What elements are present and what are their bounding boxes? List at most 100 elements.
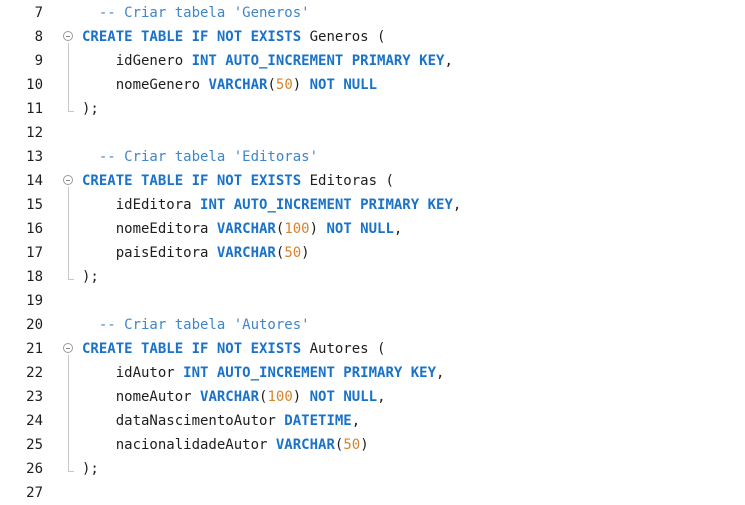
code-token: DATETIME xyxy=(284,413,352,429)
code-token: ); xyxy=(82,101,99,117)
code-token: nomeAutor xyxy=(82,389,201,405)
line-number: 27 xyxy=(26,485,43,501)
code-line[interactable]: 18); xyxy=(0,265,745,289)
code-token: nomeGenero xyxy=(82,77,209,93)
code-line[interactable]: 13 -- Criar tabela 'Editoras' xyxy=(0,145,745,169)
code-line[interactable]: 26); xyxy=(0,457,745,481)
line-number: 17 xyxy=(26,245,43,261)
line-number: 12 xyxy=(26,125,43,141)
code-text: nomeEditora VARCHAR(100) NOT NULL, xyxy=(82,217,403,241)
code-token: idEditora xyxy=(82,197,201,213)
line-number: 24 xyxy=(26,413,43,429)
code-token: Autores ( xyxy=(301,341,386,357)
code-token: INT AUTO_INCREMENT PRIMARY KEY xyxy=(200,197,453,213)
code-token: ) xyxy=(292,77,310,93)
code-text: ); xyxy=(82,457,99,481)
code-token: -- Criar tabela 'Autores' xyxy=(82,317,310,333)
code-token: 100 xyxy=(267,389,293,405)
code-line[interactable]: 7 -- Criar tabela 'Generos' xyxy=(0,1,745,25)
code-token: CREATE TABLE IF NOT EXISTS xyxy=(82,173,302,189)
code-text: CREATE TABLE IF NOT EXISTS Editoras ( xyxy=(82,169,394,193)
code-token: NOT NULL xyxy=(309,77,378,93)
code-token: dataNascimentoAutor xyxy=(82,413,285,429)
code-line[interactable]: 8 CREATE TABLE IF NOT EXISTS Generos ( xyxy=(0,25,745,49)
code-token: 50 xyxy=(284,245,302,261)
code-line[interactable]: 10 nomeGenero VARCHAR(50) NOT NULL xyxy=(0,73,745,97)
code-line[interactable]: 9 idGenero INT AUTO_INCREMENT PRIMARY KE… xyxy=(0,49,745,73)
code-token: , xyxy=(393,221,403,237)
code-token: ) xyxy=(360,437,369,453)
code-token: , xyxy=(452,197,462,213)
code-text: -- Criar tabela 'Editoras' xyxy=(82,145,318,169)
code-line[interactable]: 12 xyxy=(0,121,745,145)
code-token: NOT NULL xyxy=(326,221,394,237)
line-number: 16 xyxy=(26,221,43,237)
fold-collapse-icon[interactable] xyxy=(63,31,73,41)
code-line[interactable]: 21 CREATE TABLE IF NOT EXISTS Autores ( xyxy=(0,337,745,361)
code-token: CREATE TABLE IF NOT EXISTS xyxy=(82,341,302,357)
code-token: VARCHAR xyxy=(208,77,268,93)
line-number: 11 xyxy=(26,101,43,117)
line-number: 7 xyxy=(34,5,43,21)
code-token: nomeEditora xyxy=(82,221,217,237)
code-line[interactable]: 15 idEditora INT AUTO_INCREMENT PRIMARY … xyxy=(0,193,745,217)
code-token: -- Criar tabela 'Editoras' xyxy=(82,149,319,165)
code-text: idAutor INT AUTO_INCREMENT PRIMARY KEY, xyxy=(82,361,445,385)
code-token: , xyxy=(444,53,453,69)
code-text: CREATE TABLE IF NOT EXISTS Generos ( xyxy=(82,25,385,49)
line-number: 13 xyxy=(26,149,43,165)
code-line[interactable]: 20 -- Criar tabela 'Autores' xyxy=(0,313,745,337)
code-line[interactable]: 11); xyxy=(0,97,745,121)
code-line[interactable]: 24 dataNascimentoAutor DATETIME, xyxy=(0,409,745,433)
code-text: paisEditora VARCHAR(50) xyxy=(82,241,310,265)
line-number: 8 xyxy=(34,29,43,45)
code-token: NOT NULL xyxy=(309,389,378,405)
code-line[interactable]: 23 nomeAutor VARCHAR(100) NOT NULL, xyxy=(0,385,745,409)
code-token: nacionalidadeAutor xyxy=(82,437,276,453)
code-token: , xyxy=(436,365,445,381)
fold-collapse-icon[interactable] xyxy=(63,343,73,353)
code-token: INT AUTO_INCREMENT PRIMARY KEY xyxy=(191,53,445,69)
code-token: ) xyxy=(301,245,310,261)
line-number: 26 xyxy=(26,461,43,477)
line-number: 10 xyxy=(26,77,43,93)
code-text: idEditora INT AUTO_INCREMENT PRIMARY KEY… xyxy=(82,193,462,217)
line-number: 14 xyxy=(26,173,43,189)
code-line[interactable]: 25 nacionalidadeAutor VARCHAR(50) xyxy=(0,433,745,457)
code-token: VARCHAR xyxy=(216,221,276,237)
code-token: Editoras ( xyxy=(301,173,394,189)
code-line[interactable]: 16 nomeEditora VARCHAR(100) NOT NULL, xyxy=(0,217,745,241)
line-number: 22 xyxy=(26,365,43,381)
line-number: 25 xyxy=(26,437,43,453)
code-text: idGenero INT AUTO_INCREMENT PRIMARY KEY, xyxy=(82,49,453,73)
code-token: ) xyxy=(292,389,310,405)
line-number: 23 xyxy=(26,389,43,405)
code-token: ); xyxy=(82,269,99,285)
code-token: , xyxy=(351,413,361,429)
code-text: nacionalidadeAutor VARCHAR(50) xyxy=(82,433,369,457)
line-number: 21 xyxy=(26,341,43,357)
line-number: 19 xyxy=(26,293,43,309)
code-line[interactable]: 22 idAutor INT AUTO_INCREMENT PRIMARY KE… xyxy=(0,361,745,385)
code-text: CREATE TABLE IF NOT EXISTS Autores ( xyxy=(82,337,385,361)
code-text: -- Criar tabela 'Generos' xyxy=(82,1,310,25)
code-token: INT AUTO_INCREMENT PRIMARY KEY xyxy=(183,365,437,381)
code-token: 50 xyxy=(343,437,361,453)
code-token: CREATE TABLE IF NOT EXISTS xyxy=(82,29,302,45)
code-line[interactable]: 19 xyxy=(0,289,745,313)
fold-collapse-icon[interactable] xyxy=(63,175,73,185)
code-text: nomeGenero VARCHAR(50) NOT NULL xyxy=(82,73,377,97)
code-line[interactable]: 27 xyxy=(0,481,745,505)
code-token: idAutor xyxy=(82,365,184,381)
code-token: , xyxy=(377,389,386,405)
code-line[interactable]: 17 paisEditora VARCHAR(50) xyxy=(0,241,745,265)
line-number: 9 xyxy=(34,53,43,69)
code-text: -- Criar tabela 'Autores' xyxy=(82,313,310,337)
code-editor[interactable]: 7 -- Criar tabela 'Generos' 8 CREATE TABLE… xyxy=(0,0,745,504)
code-line[interactable]: 14 CREATE TABLE IF NOT EXISTS Editoras ( xyxy=(0,169,745,193)
code-token: VARCHAR xyxy=(275,437,335,453)
code-token: ( xyxy=(267,77,276,93)
code-token: idGenero xyxy=(82,53,192,69)
code-token: 50 xyxy=(275,77,293,93)
code-text: nomeAutor VARCHAR(100) NOT NULL, xyxy=(82,385,386,409)
